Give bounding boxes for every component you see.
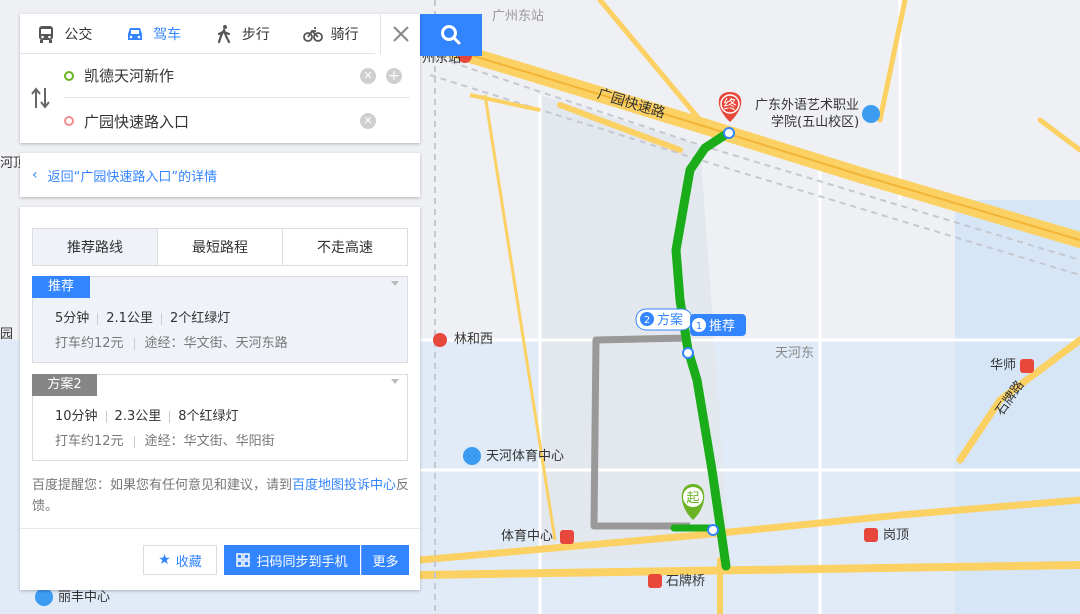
more-button[interactable]: 更多 — [361, 545, 409, 575]
plan-card-recommended[interactable]: 推荐 5分钟 2.1公里 2个红绿灯 打车约12元 途经：华文街、天河东路 — [32, 276, 408, 363]
add-waypoint-button[interactable]: + — [386, 68, 402, 84]
tab-drive[interactable]: 驾车 — [109, 14, 198, 53]
favorite-button[interactable]: ★ 收藏 — [143, 545, 217, 575]
map-label-edge-2: 园 — [0, 327, 14, 342]
tab-walk[interactable]: 步行 — [198, 14, 287, 53]
back-link-label: 返回“广园快速路入口”的详情 — [47, 169, 218, 185]
end-dot-icon — [64, 116, 74, 126]
bus-icon — [39, 25, 54, 43]
plan-badge: 推荐 — [32, 276, 90, 298]
search-icon — [441, 25, 461, 45]
swap-button[interactable] — [30, 86, 52, 110]
more-label: 更多 — [372, 554, 399, 570]
map-label-school-1: 广东外语艺术职业 — [755, 98, 860, 113]
plan-stats: 5分钟 2.1公里 2个红绿灯 — [55, 311, 231, 326]
map-label-sports-center: 天河体育中心 — [486, 449, 565, 464]
tab-drive-label: 驾车 — [153, 26, 182, 43]
tab-bike[interactable]: 骑行 — [286, 14, 375, 53]
transport-mode-tabs: 公交 驾车 步行 骑行 — [20, 14, 375, 54]
sync-label: 扫码同步到手机 — [256, 554, 348, 570]
complaint-center-link[interactable]: 百度地图投诉中心 — [292, 478, 396, 493]
route-preference-tabs: 推荐路线 最短路程 不走高速 — [32, 228, 408, 266]
route-search-panel: 公交 驾车 步行 骑行 凯德天河新作 ✕ + 广园快速路入口 ✕ — [20, 14, 420, 143]
map-label-tianhedong: 天河东 — [775, 346, 815, 361]
plan-sub: 打车约12元 途经：华文街、天河东路 — [55, 336, 288, 351]
map-label-linhexi: 林和西 — [454, 332, 494, 347]
tab-bus[interactable]: 公交 — [20, 14, 109, 53]
feedback-notice: 百度提醒您：如果您有任何意见和建议，请到百度地图投诉中心反馈。 — [32, 478, 410, 514]
plan-badge: 方案2 — [32, 374, 97, 396]
end-input[interactable]: 广园快速路入口 — [84, 111, 189, 132]
close-icon — [392, 26, 409, 42]
start-dot-icon — [64, 70, 74, 81]
svg-text:起: 起 — [686, 491, 699, 506]
route-detail-panel: 推荐路线 最短路程 不走高速 推荐 5分钟 2.1公里 2个红绿灯 打车约12元 途经… — [20, 207, 420, 590]
chevron-down-icon — [391, 281, 399, 286]
clear-start-button[interactable]: ✕ — [360, 68, 376, 84]
map-label-guangzhou-east: 广州东站 — [492, 9, 545, 24]
favorite-label: 收藏 — [175, 554, 202, 570]
bike-icon — [302, 26, 323, 42]
end-input-row: 广园快速路入口 ✕ — [64, 99, 410, 143]
svg-text:推荐: 推荐 — [709, 319, 735, 334]
recommended-plan-tag[interactable]: 1 推荐 — [690, 314, 746, 336]
clear-end-button[interactable]: ✕ — [360, 113, 376, 129]
map-label-school-2: 学院(五山校区) — [771, 115, 860, 130]
plan-sub: 打车约12元 途经：华文街、华阳街 — [55, 434, 275, 449]
svg-text:终: 终 — [723, 97, 736, 113]
search-button[interactable] — [420, 14, 482, 56]
back-link-bar[interactable]: ‹ 返回“广园快速路入口”的详情 — [20, 153, 420, 197]
start-input-row: 凯德天河新作 ✕ + — [64, 54, 410, 98]
tab-shortest-route[interactable]: 最短路程 — [158, 229, 283, 265]
map-label-shipaiqiao: 石牌桥 — [666, 574, 706, 589]
plan-card-alt[interactable]: 方案2 10分钟 2.3公里 8个红绿灯 打车约12元 途经：华文街、华阳街 — [32, 374, 408, 461]
close-panel-button[interactable] — [380, 14, 420, 54]
star-icon: ★ — [158, 552, 171, 568]
tab-avoid-highway[interactable]: 不走高速 — [283, 229, 407, 265]
svg-text:2: 2 — [644, 315, 650, 326]
svg-text:1: 1 — [696, 321, 702, 332]
plan-stats: 10分钟 2.3公里 8个红绿灯 — [55, 409, 239, 424]
swap-icon — [31, 87, 50, 109]
chevron-down-icon — [391, 379, 399, 384]
chevron-left-icon: ‹ — [32, 167, 38, 183]
map-label-gangding: 岗顶 — [883, 528, 910, 543]
sync-to-phone-button[interactable]: 扫码同步到手机 — [224, 545, 360, 575]
tab-walk-label: 步行 — [241, 26, 270, 43]
tab-bus-label: 公交 — [64, 26, 93, 43]
alt-plan-tag[interactable]: 2 方案 — [635, 308, 693, 331]
map-label-tiyuzhongxin: 体育中心 — [501, 529, 554, 544]
map-label-lifeng: 丽丰中心 — [58, 590, 111, 605]
tab-recommended-route[interactable]: 推荐路线 — [33, 229, 158, 265]
qr-code-icon — [236, 553, 251, 567]
map-label-huashi: 华师 — [990, 358, 1017, 373]
svg-text:方案: 方案 — [657, 312, 683, 328]
start-input[interactable]: 凯德天河新作 — [84, 65, 174, 86]
car-icon — [128, 27, 143, 40]
walk-icon — [217, 24, 230, 43]
tab-bike-label: 骑行 — [330, 26, 359, 43]
